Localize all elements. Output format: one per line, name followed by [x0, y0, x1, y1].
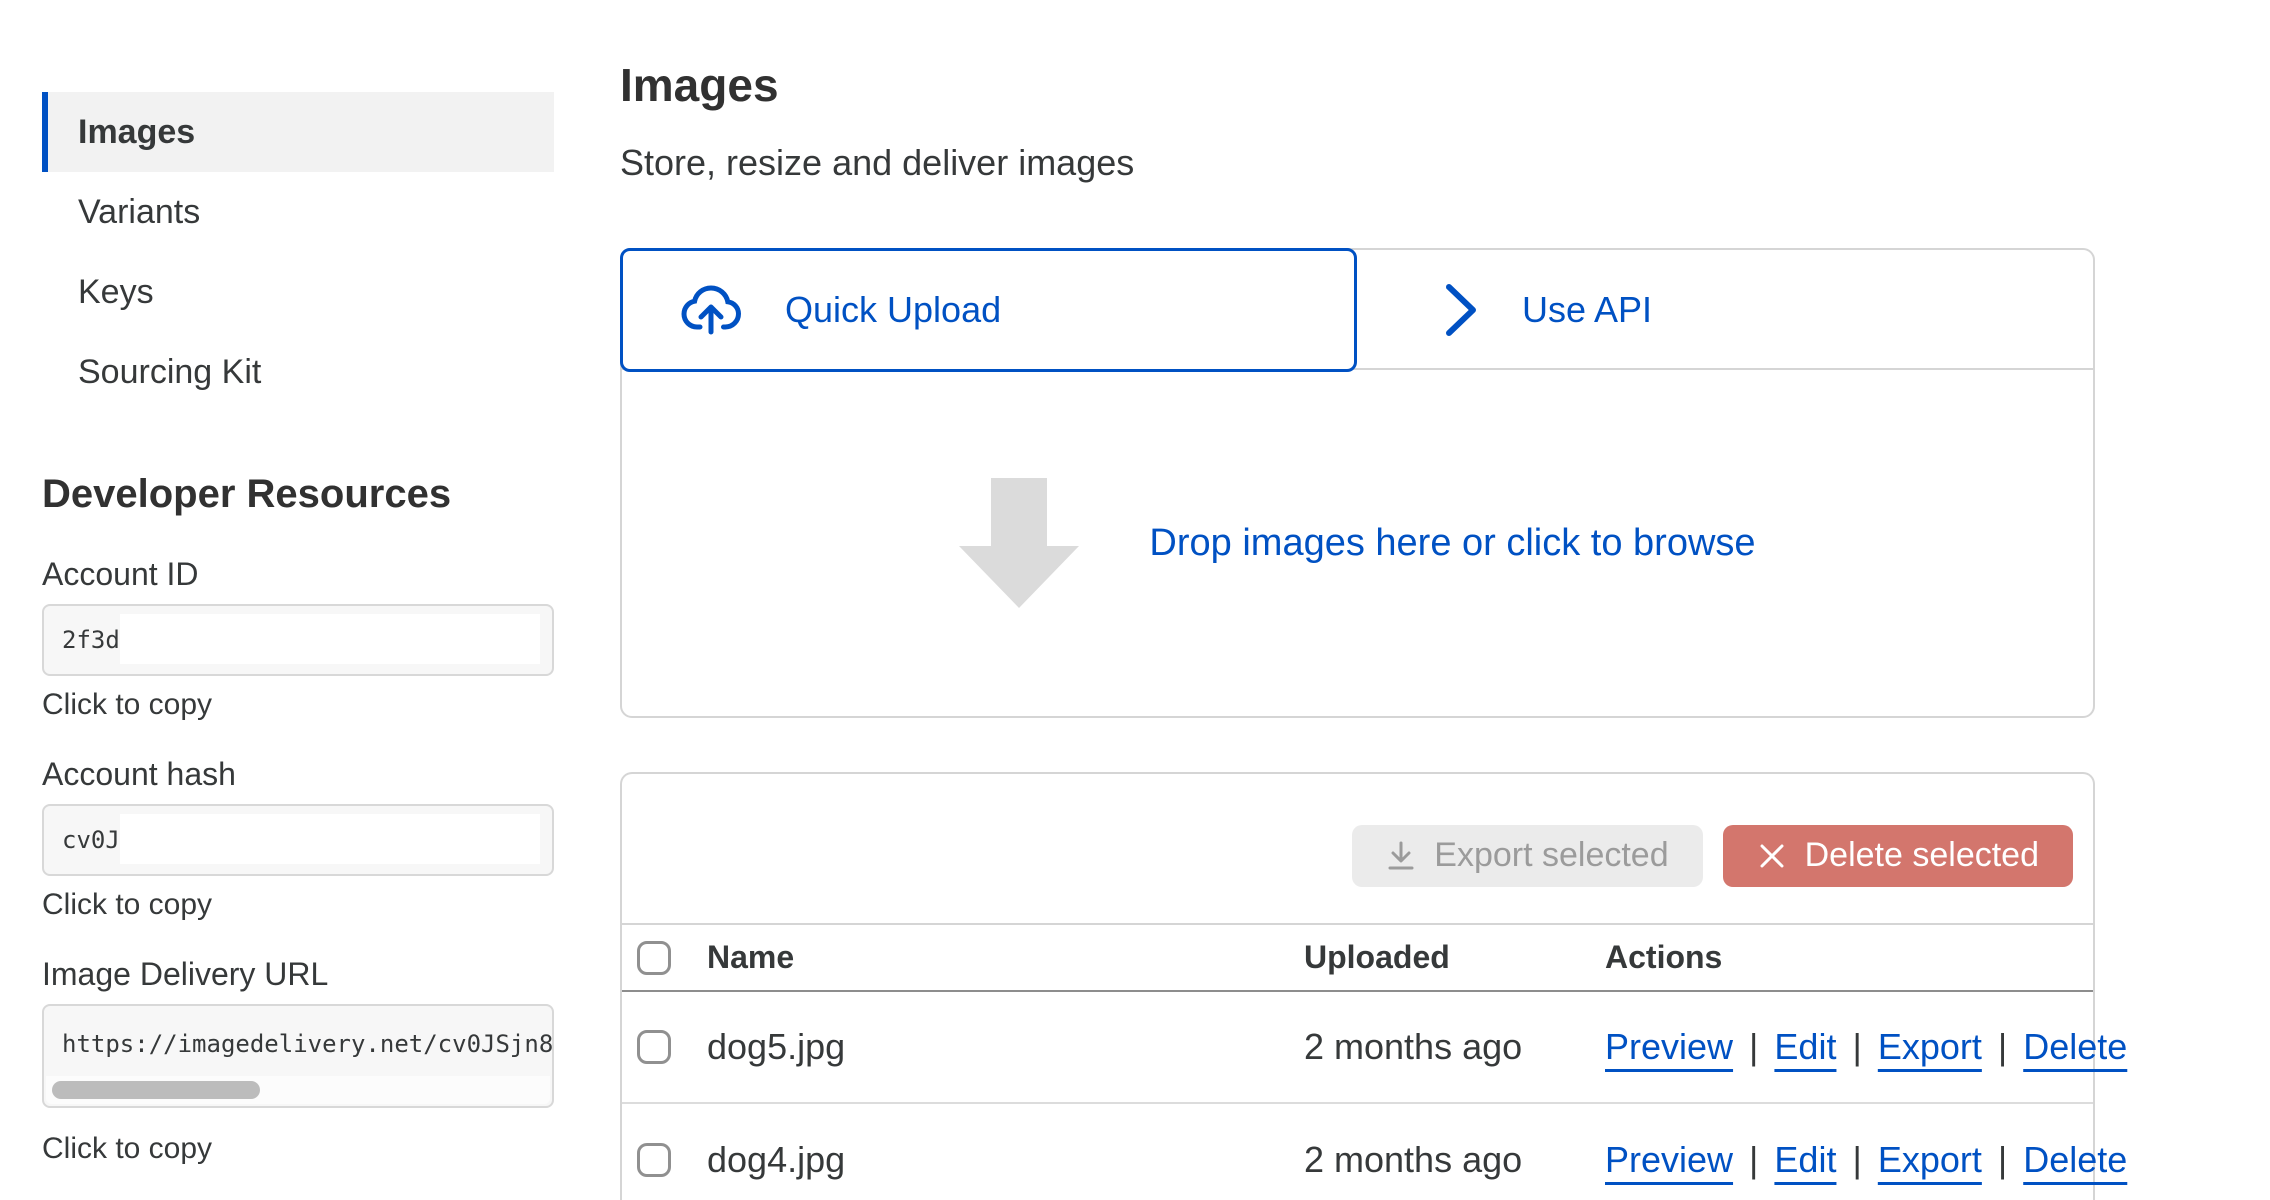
select-all-checkbox[interactable]	[637, 941, 671, 975]
delivery-url-value: https://imagedelivery.net/cv0JSjn8	[62, 1030, 553, 1058]
image-name: dog5.jpg	[707, 1026, 1304, 1068]
delete-link[interactable]: Delete	[2023, 1139, 2127, 1180]
table-header-row: Name Uploaded Actions	[622, 925, 2093, 992]
row-checkbox[interactable]	[637, 1030, 671, 1064]
sidebar-item-variants[interactable]: Variants	[42, 172, 554, 252]
column-header-uploaded: Uploaded	[1304, 939, 1605, 976]
row-actions: Preview Edit Export Delete	[1605, 1026, 2127, 1068]
account-hash-label: Account hash	[42, 756, 236, 793]
preview-link[interactable]: Preview	[1605, 1026, 1733, 1067]
separator	[1852, 1139, 1861, 1180]
redaction-overlay	[120, 814, 540, 864]
arrow-down-icon	[959, 478, 1079, 608]
account-id-label: Account ID	[42, 556, 199, 593]
preview-link[interactable]: Preview	[1605, 1139, 1733, 1180]
upload-tabs: Quick Upload Use API	[622, 250, 2093, 370]
export-selected-label: Export selected	[1434, 836, 1668, 875]
delete-link[interactable]: Delete	[2023, 1026, 2127, 1067]
list-toolbar: Export selected Delete selected	[622, 774, 2093, 925]
chevron-right-icon	[1444, 281, 1478, 339]
edit-link[interactable]: Edit	[1774, 1139, 1836, 1180]
x-icon	[1757, 841, 1787, 871]
separator	[1749, 1139, 1758, 1180]
tab-label: Quick Upload	[785, 289, 1001, 331]
delete-selected-label: Delete selected	[1805, 836, 2039, 875]
account-id-value: 2f3d	[62, 626, 120, 654]
table-row: dog5.jpg 2 months ago PreviewEditExportD…	[622, 992, 2093, 1104]
delete-selected-button[interactable]: Delete selected	[1723, 825, 2073, 887]
separator	[1998, 1139, 2007, 1180]
sidebar-item-images[interactable]: Images	[42, 92, 554, 172]
separator	[1852, 1026, 1861, 1067]
sidebar-item-label: Images	[78, 113, 195, 152]
separator	[1749, 1026, 1758, 1067]
download-icon	[1386, 840, 1416, 872]
column-header-name: Name	[707, 939, 1304, 976]
cloud-upload-icon	[681, 282, 747, 338]
upload-card: Quick Upload Use API Drop images here or…	[620, 248, 2095, 718]
page-subtitle: Store, resize and deliver images	[620, 142, 1134, 184]
click-to-copy-hint: Click to copy	[42, 688, 212, 722]
tab-use-api[interactable]: Use API	[1359, 250, 2093, 370]
export-link[interactable]: Export	[1878, 1139, 1982, 1180]
export-link[interactable]: Export	[1878, 1026, 1982, 1067]
scrollbar-track	[46, 1076, 550, 1104]
horizontal-scrollbar[interactable]	[52, 1081, 260, 1099]
images-dashboard-page: Images Variants Keys Sourcing Kit Develo…	[0, 0, 2270, 1200]
sidebar-item-sourcing-kit[interactable]: Sourcing Kit	[42, 332, 554, 412]
column-header-actions: Actions	[1605, 939, 2093, 976]
page-title: Images	[620, 58, 779, 112]
account-id-field[interactable]: 2f3d	[42, 604, 554, 676]
account-hash-field[interactable]: cv0J	[42, 804, 554, 876]
account-hash-value: cv0J	[62, 826, 120, 854]
tab-label: Use API	[1522, 289, 1652, 331]
edit-link[interactable]: Edit	[1774, 1026, 1836, 1067]
developer-resources-heading: Developer Resources	[42, 472, 451, 517]
sidebar-item-label: Sourcing Kit	[78, 353, 261, 392]
image-name: dog4.jpg	[707, 1139, 1304, 1181]
click-to-copy-hint: Click to copy	[42, 1132, 212, 1166]
row-checkbox[interactable]	[637, 1143, 671, 1177]
tab-quick-upload[interactable]: Quick Upload	[620, 248, 1357, 372]
click-to-copy-hint: Click to copy	[42, 888, 212, 922]
main-content: Images Store, resize and deliver images …	[620, 0, 2095, 1200]
sidebar-item-label: Keys	[78, 273, 154, 312]
delivery-url-label: Image Delivery URL	[42, 956, 328, 993]
uploaded-time: 2 months ago	[1304, 1026, 1605, 1068]
table-row: dog4.jpg 2 months ago PreviewEditExportD…	[622, 1104, 2093, 1200]
dropzone-text: Drop images here or click to browse	[1149, 522, 1755, 565]
uploaded-time: 2 months ago	[1304, 1139, 1605, 1181]
sidebar-item-keys[interactable]: Keys	[42, 252, 554, 332]
row-actions: Preview Edit Export Delete	[1605, 1139, 2127, 1181]
separator	[1998, 1026, 2007, 1067]
sidebar: Images Variants Keys Sourcing Kit Develo…	[42, 0, 554, 1200]
redaction-overlay	[120, 614, 540, 664]
delivery-url-field[interactable]: https://imagedelivery.net/cv0JSjn8	[42, 1004, 554, 1108]
sidebar-item-label: Variants	[78, 193, 200, 232]
dropzone[interactable]: Drop images here or click to browse	[622, 370, 2093, 716]
export-selected-button[interactable]: Export selected	[1352, 825, 1702, 887]
image-list-card: Export selected Delete selected Name Upl…	[620, 772, 2095, 1200]
